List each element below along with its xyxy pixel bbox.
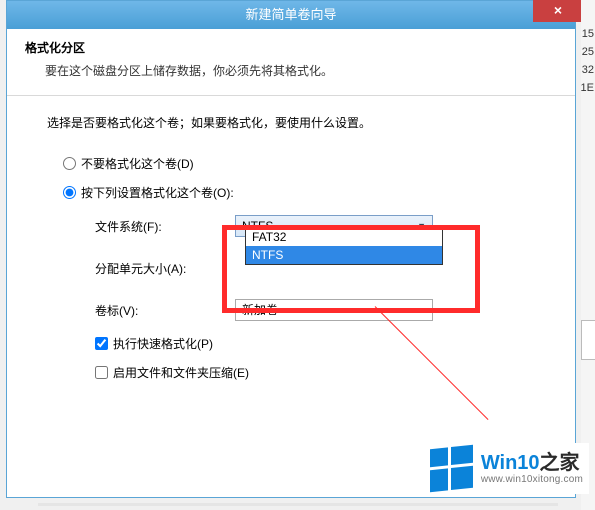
volume-label-input[interactable]: 新加卷 <box>235 299 433 321</box>
label-alloc: 分配单元大小(A): <box>95 260 235 277</box>
watermark: Win10之家 www.win10xitong.com <box>424 443 589 494</box>
check-quick-format[interactable]: 执行快速格式化(P) <box>95 335 535 352</box>
filesystem-option-fat32[interactable]: FAT32 <box>246 228 442 246</box>
checkbox-quick-label: 执行快速格式化(P) <box>113 335 213 352</box>
title-text: 新建简单卷向导 <box>245 7 336 22</box>
label-filesystem: 文件系统(F): <box>95 218 235 235</box>
checkbox-compress[interactable] <box>95 366 108 379</box>
wizard-window: 新建简单卷向导 × 格式化分区 要在这个磁盘分区上储存数据，你必须先将其格式化。… <box>6 0 576 498</box>
row-volume: 卷标(V): 新加卷 <box>95 299 535 321</box>
label-volume: 卷标(V): <box>95 302 235 319</box>
check-compress[interactable]: 启用文件和文件夹压缩(E) <box>95 364 535 381</box>
background-panel-fragment <box>581 320 595 360</box>
wm-brand-b: 之家 <box>540 452 580 474</box>
wm-url: www.win10xitong.com <box>481 474 583 485</box>
close-button[interactable]: × <box>533 0 583 22</box>
checkbox-quick[interactable] <box>95 337 108 350</box>
radio-format-with[interactable]: 按下列设置格式化这个卷(O): <box>63 184 535 201</box>
edge-v1: 15 <box>582 28 594 40</box>
radio-no-format-input[interactable] <box>63 157 76 170</box>
wizard-content: 选择是否要格式化这个卷；如果要格式化，要使用什么设置。 不要格式化这个卷(D) … <box>7 96 575 411</box>
background-fragment: 15 25 32 1E 明 <box>581 0 595 510</box>
watermark-text: Win10之家 www.win10xitong.com <box>481 452 583 485</box>
edge-v4: 1E <box>581 82 594 94</box>
edge-v3: 32 <box>582 64 594 76</box>
windows-logo-icon <box>430 445 473 493</box>
checkbox-compress-label: 启用文件和文件夹压缩(E) <box>113 364 249 381</box>
close-icon: × <box>554 2 562 18</box>
instruction-text: 选择是否要格式化这个卷；如果要格式化，要使用什么设置。 <box>47 114 535 131</box>
radio-no-format[interactable]: 不要格式化这个卷(D) <box>63 155 535 172</box>
wizard-header: 格式化分区 要在这个磁盘分区上储存数据，你必须先将其格式化。 <box>7 29 575 96</box>
radio-format-with-label: 按下列设置格式化这个卷(O): <box>81 184 234 201</box>
filesystem-dropdown-list[interactable]: FAT32 NTFS <box>245 227 443 265</box>
filesystem-option-ntfs[interactable]: NTFS <box>246 246 442 264</box>
wm-brand-a: Win10 <box>481 452 540 474</box>
header-title: 格式化分区 <box>25 39 557 56</box>
edge-v2: 25 <box>582 46 594 58</box>
bottom-strip <box>38 503 558 506</box>
header-subtitle: 要在这个磁盘分区上储存数据，你必须先将其格式化。 <box>45 62 557 79</box>
radio-no-format-label: 不要格式化这个卷(D) <box>81 155 194 172</box>
titlebar: 新建简单卷向导 × <box>7 1 575 29</box>
radio-format-with-input[interactable] <box>63 186 76 199</box>
